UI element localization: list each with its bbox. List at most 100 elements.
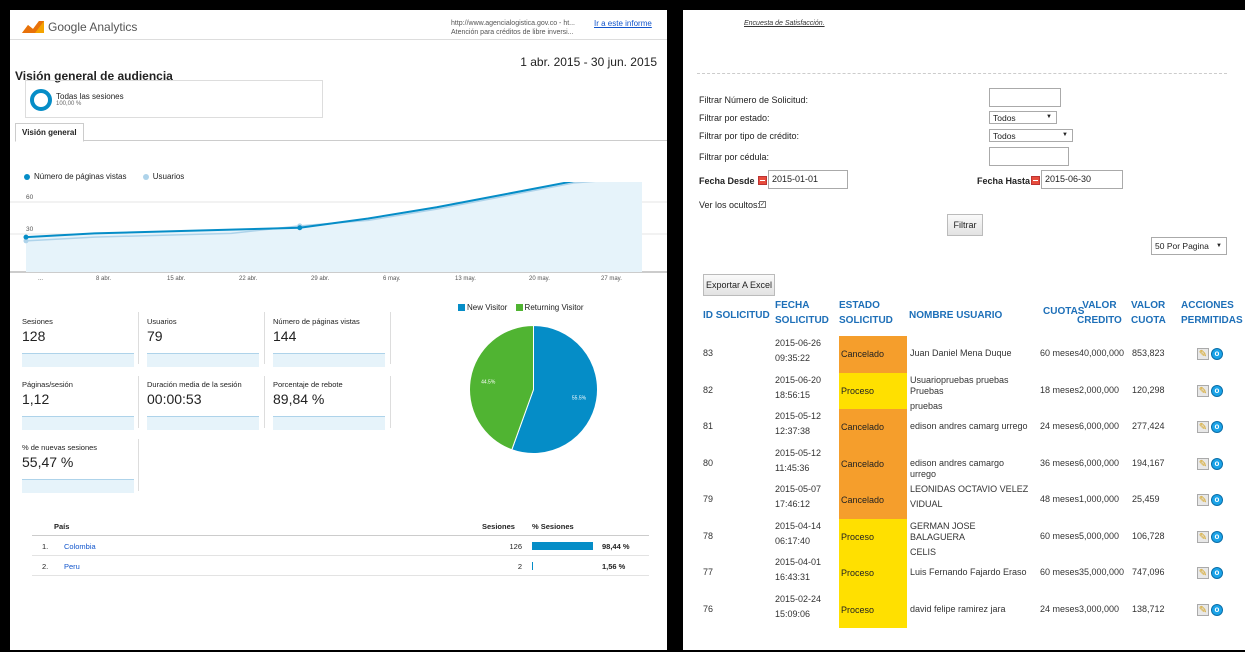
metric-value: 55,47 % — [22, 454, 74, 470]
cell-user: edison andres camargo urrego — [910, 458, 1030, 484]
x-tick-label: 27 may. — [601, 276, 622, 282]
date-range[interactable]: 1 abr. 2015 - 30 jun. 2015 — [520, 55, 657, 69]
cell-date: 2015-04-01 16:43:31 — [775, 557, 821, 583]
view-details-icon[interactable]: o — [1211, 530, 1223, 543]
cell-date: 2015-06-26 09:35:22 — [775, 338, 821, 364]
col-status-line1: ESTADO — [839, 300, 880, 311]
metric-value: 89,84 % — [273, 391, 325, 407]
metric-sparkline — [147, 353, 259, 367]
cell-credit-value: 1,000,000 — [1079, 494, 1120, 504]
edit-pencil-icon[interactable]: ✎ — [1197, 348, 1209, 360]
metric-label: % de nuevas sesiones — [22, 443, 98, 452]
satisfaction-survey-link[interactable]: Encuesta de Satisfacción. — [744, 20, 825, 27]
metric-sessions: Sesiones 128 — [22, 317, 142, 367]
tab-overview[interactable]: Visión general — [15, 123, 84, 142]
cell-id: 83 — [703, 348, 714, 358]
y-tick-left: 30 — [26, 226, 34, 233]
date-from-input[interactable]: 2015-01-01 — [768, 170, 848, 189]
cell-date-time: 15:09:06 — [775, 608, 811, 619]
filter-status-label: Filtrar por estado: — [699, 113, 770, 123]
edit-pencil-icon[interactable]: ✎ — [1197, 494, 1209, 506]
status-badge: Proceso — [839, 555, 907, 592]
cell-installments: 60 meses — [1040, 348, 1080, 358]
col-date: FECHA SOLICITUD — [775, 298, 829, 328]
col-user: NOMBRE USUARIO — [909, 310, 1003, 321]
pageviews-point — [23, 234, 29, 240]
cell-user-line1: david felipe ramirez jara — [910, 603, 1006, 614]
edit-pencil-icon[interactable]: ✎ — [1197, 421, 1209, 433]
view-details-icon[interactable]: o — [1211, 421, 1223, 433]
view-details-icon[interactable]: o — [1211, 384, 1223, 397]
cell-installment-value: 853,823 — [1132, 348, 1165, 358]
table-row: 79 2015-05-07 17:46:12 Cancelado LEONIDAS OC… — [683, 482, 1245, 519]
export-excel-button[interactable]: Exportar A Excel — [703, 274, 775, 296]
edit-pencil-icon[interactable]: ✎ — [1197, 603, 1209, 616]
metric-value: 00:00:53 — [147, 391, 202, 407]
cell-user-line1: Usuariopruebas pruebas Pruebas — [910, 374, 1009, 396]
tab-bar: Visión general — [15, 123, 667, 142]
country-link[interactable]: Peru — [64, 562, 80, 571]
cell-date-day: 2015-05-12 — [775, 411, 822, 421]
edit-pencil-icon[interactable]: ✎ — [1197, 567, 1209, 579]
country-link[interactable]: Colombia — [64, 542, 96, 551]
col-credit-value: VALOR CREDITO — [1077, 298, 1122, 328]
cell-date: 2015-02-24 15:09:06 — [775, 594, 821, 620]
col-installment-value-line2: CUOTA — [1131, 315, 1166, 326]
table-row: 83 2015-06-26 09:35:22 Cancelado Juan Daniel… — [683, 336, 1245, 373]
row-number: 1. — [42, 542, 49, 551]
report-url-line: http://www.agencialogistica.gov.co - ht.… — [451, 20, 575, 27]
cell-user: david felipe ramirez jara — [910, 604, 1030, 619]
filter-status-select[interactable]: Todos ▼ — [989, 111, 1057, 124]
cell-user: Luis Fernando Fajardo Eraso — [910, 567, 1030, 582]
per-page-select[interactable]: 50 Por Pagina ▼ — [1151, 237, 1227, 255]
table-row: 81 2015-05-12 12:37:38 Cancelado edison andr… — [683, 409, 1245, 446]
cell-credit-value: 35,000,000 — [1079, 567, 1125, 577]
view-details-icon[interactable]: o — [1211, 348, 1223, 360]
status-badge: Proceso — [839, 591, 907, 628]
cell-user-line1: LEONIDAS OCTAVIO VELEZ — [910, 484, 1029, 494]
edit-pencil-icon[interactable]: ✎ — [1197, 384, 1209, 397]
filter-button[interactable]: Filtrar — [947, 214, 983, 236]
cell-installment-value: 25,459 — [1132, 494, 1160, 504]
status-badge: Cancelado — [839, 482, 907, 519]
calendar-icon[interactable] — [758, 176, 767, 185]
filter-id-input[interactable] — [989, 147, 1069, 166]
go-to-report-link[interactable]: Ir a este informe — [594, 19, 652, 28]
filter-number-input[interactable] — [989, 88, 1061, 107]
table-row: 77 2015-04-01 16:43:31 Proceso Luis Fernando… — [683, 555, 1245, 592]
legend-new-visitor: New Visitor — [467, 303, 508, 313]
col-status: ESTADO SOLICITUD — [839, 298, 893, 328]
view-details-icon[interactable]: o — [1211, 494, 1223, 506]
metric-label: Usuarios — [147, 317, 177, 326]
cell-user-line1: Luis Fernando Fajardo Eraso — [910, 567, 1027, 577]
date-to-input[interactable]: 2015-06-30 — [1041, 170, 1123, 189]
col-actions-line1: ACCIONES — [1181, 300, 1234, 311]
view-details-icon[interactable]: o — [1211, 603, 1223, 616]
cell-id: 76 — [703, 603, 714, 614]
report-description-line: Atención para créditos de libre inversi.… — [451, 29, 574, 36]
cell-installment-value: 277,424 — [1132, 421, 1165, 431]
metric-sparkline — [22, 479, 134, 493]
view-details-icon[interactable]: o — [1211, 567, 1223, 579]
legend-users-swatch — [142, 173, 149, 180]
cell-date: 2015-06-20 18:56:15 — [775, 375, 821, 401]
view-details-icon[interactable]: o — [1211, 457, 1223, 470]
cell-user-line1: edison andres camarg urrego — [910, 421, 1028, 431]
edit-pencil-icon[interactable]: ✎ — [1197, 530, 1209, 543]
status-badge: Cancelado — [839, 445, 907, 482]
pie-slice-label: 44.5% — [481, 380, 496, 386]
filter-status-value: Todos — [993, 113, 1016, 123]
show-hidden-checkbox[interactable]: ✓ — [759, 201, 766, 208]
segment-selector[interactable]: Todas las sesiones 100,00 % — [25, 80, 323, 118]
calendar-icon[interactable] — [1031, 176, 1040, 185]
edit-pencil-icon[interactable]: ✎ — [1197, 457, 1209, 470]
cell-installments: 24 meses — [1040, 603, 1080, 614]
cell-id: 79 — [703, 494, 714, 504]
cell-user: Usuariopruebas pruebas Pruebas pruebas — [910, 375, 1030, 412]
caret-down-icon: ▼ — [1062, 132, 1068, 138]
cell-installments: 48 meses — [1040, 494, 1080, 504]
filter-credit-type-select[interactable]: Todos ▼ — [989, 129, 1073, 142]
x-tick-label: 13 may. — [455, 276, 476, 282]
row-sessions: 2 — [517, 562, 522, 571]
x-tick-label: 29 abr. — [311, 276, 330, 282]
